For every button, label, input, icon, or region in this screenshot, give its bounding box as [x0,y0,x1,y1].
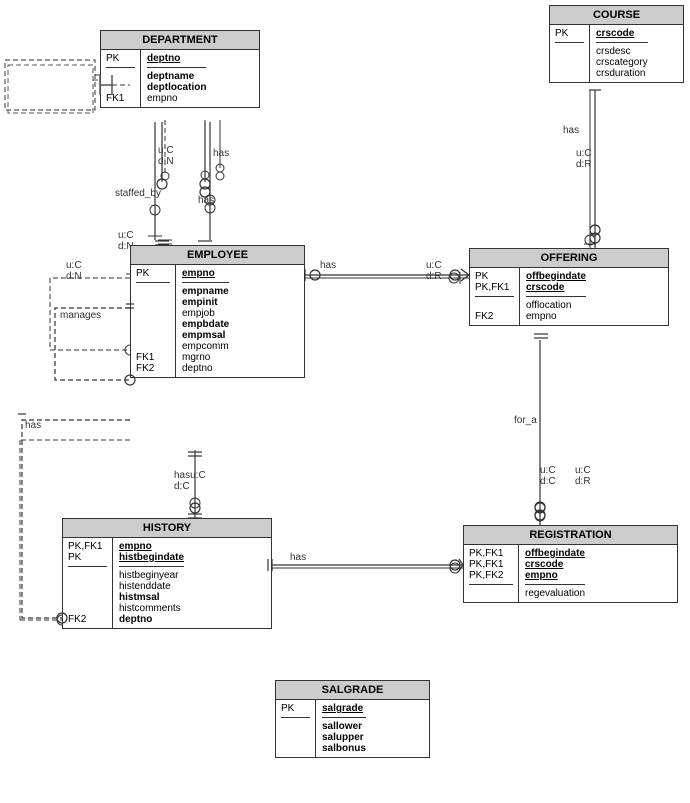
entity-salgrade: SALGRADE PK salgrade sallower salup [275,680,430,758]
label-uC-dR-off: u:Cd:R [426,260,442,282]
reg-pk3-label: PK,FK2 [469,570,513,581]
emp-pk-attr: empno [182,268,215,279]
sal-attr-sallower: sallower [322,721,366,732]
emp-attr-mgrno: mgrno [182,352,229,363]
label-staffed-by-text: staffed_by [115,188,161,199]
emp-pk-label: PK [136,268,149,279]
hist-attr-deptno: deptno [119,614,184,625]
off-attr-empno: empno [526,311,586,322]
label-uC-dC: u:Cd:C [540,465,556,487]
entity-department: DEPARTMENT PK FK1 deptno deptname dep [100,30,260,108]
dept-attr-empno: empno [147,93,206,104]
off-pk2-attr: crscode [526,282,564,293]
off-pk-label: PK [475,271,514,282]
off-pk2-label: PK,FK1 [475,282,514,293]
label-manages: manages [60,310,101,321]
dept-attr-deptname: deptname [147,71,206,82]
hist-pk-label: PK,FK1 [68,541,107,552]
off-pk-attr: offbegindate [526,271,586,282]
hist-pk2-attr: histbegindate [119,552,184,563]
emp-attr-empinit: empinit [182,297,229,308]
label-has-hist: has [290,552,306,563]
label-has-dept: has [198,195,214,206]
label-for-a: for_a [514,415,537,426]
reg-pk2-attr: crscode [525,559,563,570]
course-pk-label: PK [555,28,568,39]
emp-fk1-label: FK1 [136,352,170,363]
off-attr-offlocation: offlocation [526,300,586,311]
entity-employee: EMPLOYEE PK FK1 FK2 [130,245,305,378]
off-fk2-label: FK2 [475,311,514,322]
department-title: DEPARTMENT [101,31,259,50]
course-pk-attr: crscode [596,28,634,39]
hist-fk2-label: FK2 [68,614,107,625]
label-staffed-by: has [213,148,229,159]
hist-pk-attr: empno [119,541,152,552]
reg-pk3-attr: empno [525,570,558,581]
emp-attr-empcomm: empcomm [182,341,229,352]
label-uC-dR-reg: u:Cd:R [575,465,591,487]
label-has-course: has [563,125,579,136]
emp-attr-empmsal: empmsal [182,330,229,341]
emp-attr-empname: empname [182,286,229,297]
sal-pk-attr: salgrade [322,703,363,714]
course-attr-crscategory: crscategory [596,57,648,68]
hist-pk2-label: PK [68,552,107,563]
emp-attr-empbdate: empbdate [182,319,229,330]
sal-attr-salupper: salupper [322,732,366,743]
label-uC-dN-emp: u:Cd:N [66,260,82,282]
history-title: HISTORY [63,519,271,538]
emp-attr-empjob: empjob [182,308,229,319]
hist-attr-histbeginyear: histbeginyear [119,570,184,581]
entity-registration: REGISTRATION PK,FK1 PK,FK1 PK,FK2 offbeg… [463,525,678,603]
registration-title: REGISTRATION [464,526,677,545]
dept-pk-attr: deptno [147,53,180,64]
hist-attr-histmsal: histmsal [119,592,184,603]
emp-attr-deptno: deptno [182,363,229,374]
hist-attr-histenddate: histenddate [119,581,184,592]
reg-attr-regevaluation: regevaluation [525,588,585,599]
reg-pk1-label: PK,FK1 [469,548,513,559]
label-has-left: has [25,420,41,431]
course-attr-crsdesc: crsdesc [596,46,648,57]
dept-pk-label: PK [106,53,119,64]
entity-course: COURSE PK crscode crsdesc crscategory cr… [549,5,684,83]
entity-history: HISTORY PK,FK1 PK FK2 empno his [62,518,272,629]
sal-attr-salbonus: salbonus [322,743,366,754]
dept-fk-label: FK1 [106,93,135,104]
dept-attr-deptlocation: deptlocation [147,82,206,93]
course-attr-crsduration: crsduration [596,68,648,79]
label-uC-dR-course: u:Cd:R [576,148,592,170]
employee-title: EMPLOYEE [131,246,304,265]
emp-fk2-label: FK2 [136,363,170,374]
offering-title: OFFERING [470,249,668,268]
salgrade-title: SALGRADE [276,681,429,700]
label-hasu: hasu:Cd:C [174,470,206,492]
entity-offering: OFFERING PK PK,FK1 FK2 offbegindate crsc… [469,248,669,326]
hist-attr-histcomments: histcomments [119,603,184,614]
course-title: COURSE [550,6,683,25]
label-uC-dN-1: u:Cd:N [158,145,174,167]
reg-pk1-attr: offbegindate [525,548,585,559]
reg-pk2-label: PK,FK1 [469,559,513,570]
erd-diagram: u:Cd:N has staffed_by has u:Cd:N manages… [0,0,690,803]
label-has-emp-off: has [320,260,336,271]
sal-pk-label: PK [281,703,294,714]
